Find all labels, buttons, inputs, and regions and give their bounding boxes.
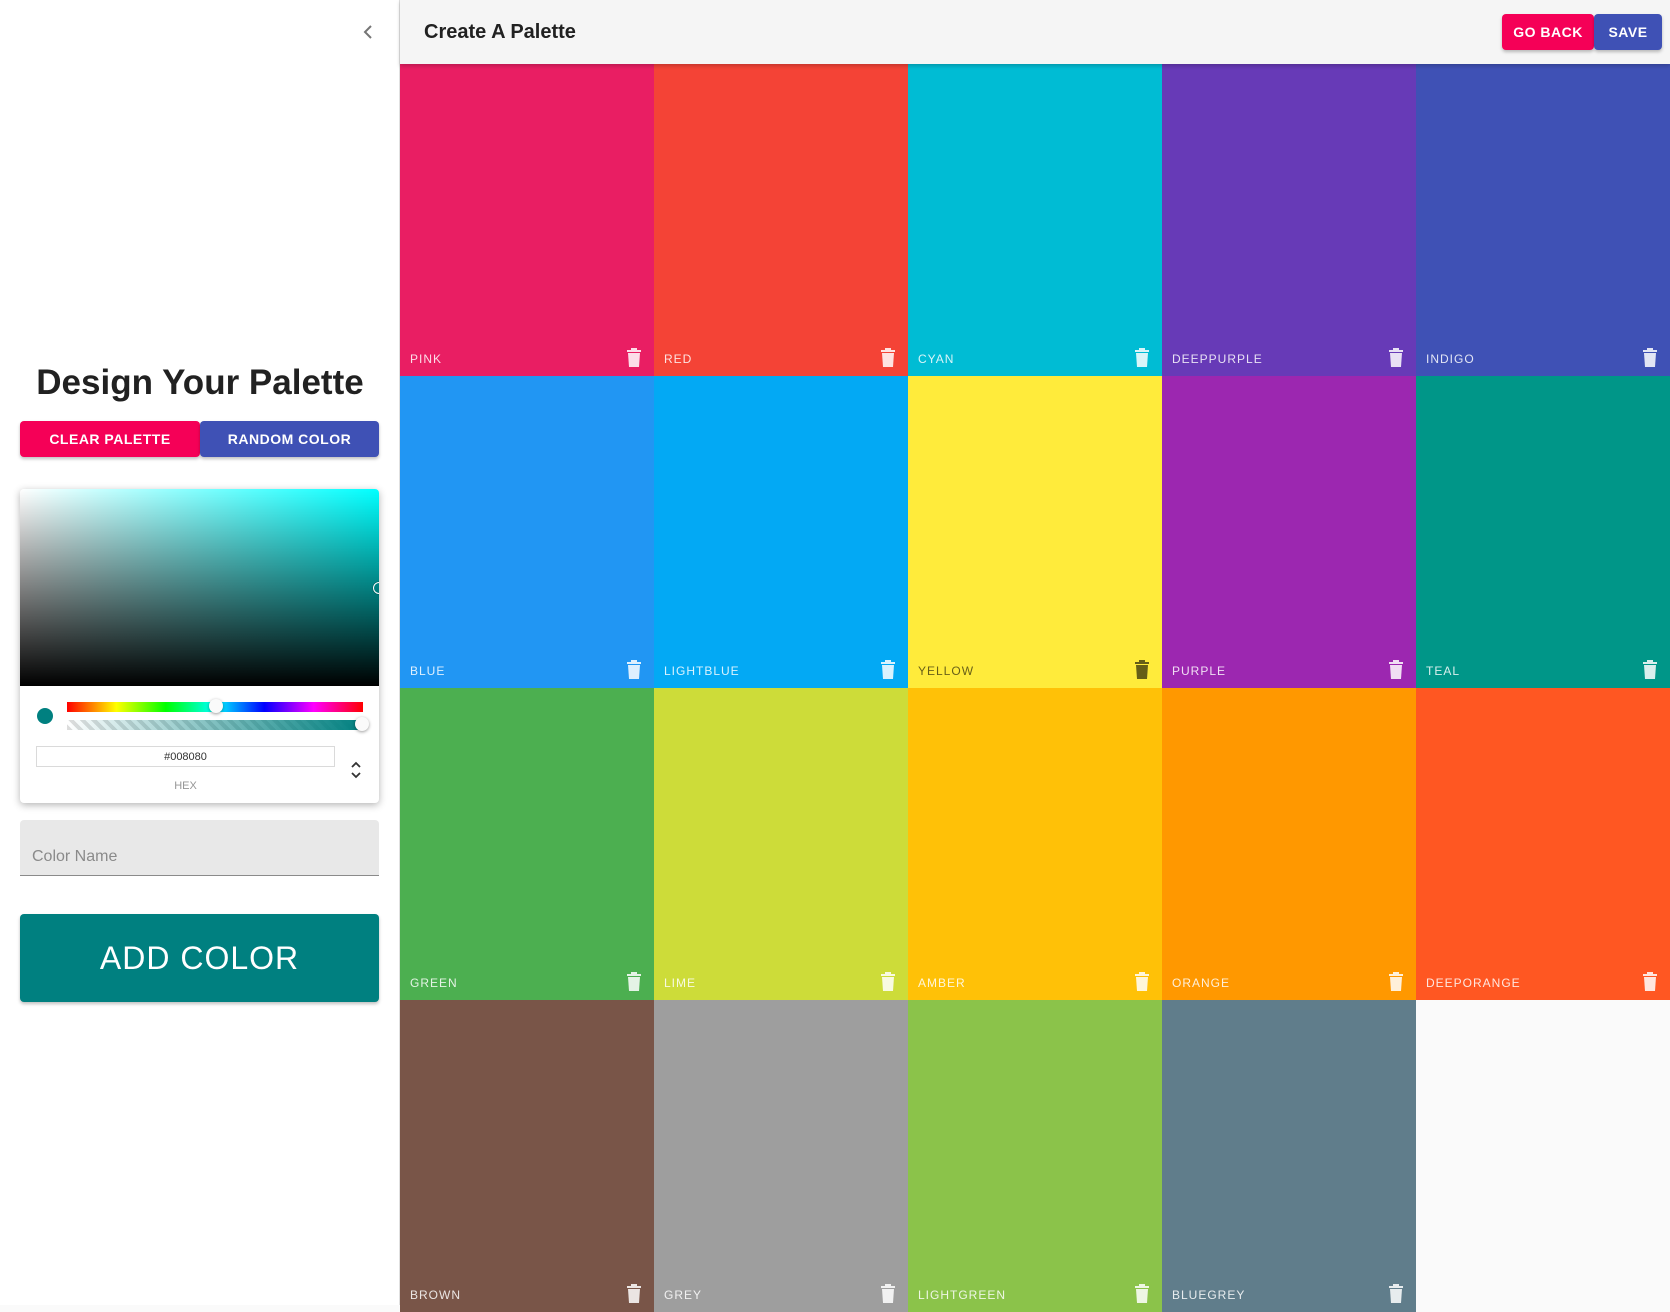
color-box-label: bluegrey [1172,1288,1246,1302]
color-box-indigo[interactable]: indigo [1416,64,1670,376]
color-box-lightblue[interactable]: lightblue [654,376,908,688]
color-box-pink[interactable]: pink [400,64,654,376]
color-box-label: lightblue [664,664,740,678]
trash-icon[interactable] [626,972,642,992]
color-box-label: red [664,352,693,366]
color-box-label: amber [918,976,966,990]
trash-icon[interactable] [880,972,896,992]
drawer: Design Your Palette Clear Palette Random… [0,0,400,1305]
trash-icon[interactable] [1388,660,1404,680]
drawer-title: Design Your Palette [36,363,364,402]
trash-icon[interactable] [1642,348,1658,368]
hex-label: HEX [174,780,197,792]
color-name-input[interactable] [20,820,379,875]
color-box-label: orange [1172,976,1231,990]
color-box-blue[interactable]: blue [400,376,654,688]
color-box-amber[interactable]: amber [908,688,1162,1000]
saturation-handle[interactable] [373,582,379,594]
color-box-teal[interactable]: teal [1416,376,1670,688]
color-box-label: teal [1426,664,1461,678]
trash-icon[interactable] [880,660,896,680]
color-box-deeppurple[interactable]: deeppurple [1162,64,1416,376]
alpha-slider[interactable] [67,720,363,730]
clear-palette-button[interactable]: Clear Palette [20,421,200,457]
color-box-label: indigo [1426,352,1475,366]
color-box-label: blue [410,664,446,678]
color-box-green[interactable]: green [400,688,654,1000]
color-box-label: purple [1172,664,1227,678]
color-box-bluegrey[interactable]: bluegrey [1162,1000,1416,1312]
trash-icon[interactable] [880,1284,896,1304]
trash-icon[interactable] [1642,660,1658,680]
app-bar: Create A Palette Go Back Save [400,0,1670,64]
trash-icon[interactable] [1134,348,1150,368]
random-color-button[interactable]: Random Color [200,421,379,457]
go-back-button[interactable]: Go Back [1502,14,1594,50]
color-box-label: brown [410,1288,461,1302]
trash-icon[interactable] [1134,1284,1150,1304]
color-box-label: deeppurple [1172,352,1263,366]
palette-grid: pink red cyan deeppurple indigo blue lightblue… [400,64,1670,1312]
trash-icon[interactable] [1642,972,1658,992]
trash-icon[interactable] [1134,660,1150,680]
color-box-lightgreen[interactable]: lightgreen [908,1000,1162,1312]
color-box-yellow[interactable]: yellow [908,376,1162,688]
trash-icon[interactable] [1134,972,1150,992]
color-box-label: pink [410,352,443,366]
page-title: Create A Palette [424,21,576,43]
saturation-area[interactable] [20,489,379,686]
trash-icon[interactable] [880,348,896,368]
color-box-label: lime [664,976,697,990]
add-color-button[interactable]: Add Color [20,914,379,1002]
color-box-cyan[interactable]: cyan [908,64,1162,376]
color-box-label: cyan [918,352,955,366]
trash-icon[interactable] [1388,348,1404,368]
chevron-left-icon[interactable] [356,20,380,44]
color-box-label: grey [664,1288,703,1302]
color-box-red[interactable]: red [654,64,908,376]
color-box-orange[interactable]: orange [1162,688,1416,1000]
color-box-brown[interactable]: brown [400,1000,654,1312]
chevron-up-down-icon[interactable] [347,758,365,782]
color-box-label: yellow [918,664,975,678]
trash-icon[interactable] [1388,972,1404,992]
color-box-label: lightgreen [918,1288,1007,1302]
color-box-lime[interactable]: lime [654,688,908,1000]
color-box-grey[interactable]: grey [654,1000,908,1312]
color-name-field[interactable] [20,820,379,876]
save-button[interactable]: Save [1594,14,1662,50]
color-box-label: green [410,976,458,990]
hex-input[interactable] [36,746,335,767]
trash-icon[interactable] [626,660,642,680]
color-box-deeporange[interactable]: deeporange [1416,688,1670,1000]
trash-icon[interactable] [1388,1284,1404,1304]
trash-icon[interactable] [626,1284,642,1304]
current-color-swatch [37,708,53,724]
alpha-slider-handle[interactable] [355,717,369,731]
hue-slider-handle[interactable] [209,699,223,713]
color-box-label: deeporange [1426,976,1521,990]
color-picker: HEX [20,489,379,803]
trash-icon[interactable] [626,348,642,368]
color-box-purple[interactable]: purple [1162,376,1416,688]
